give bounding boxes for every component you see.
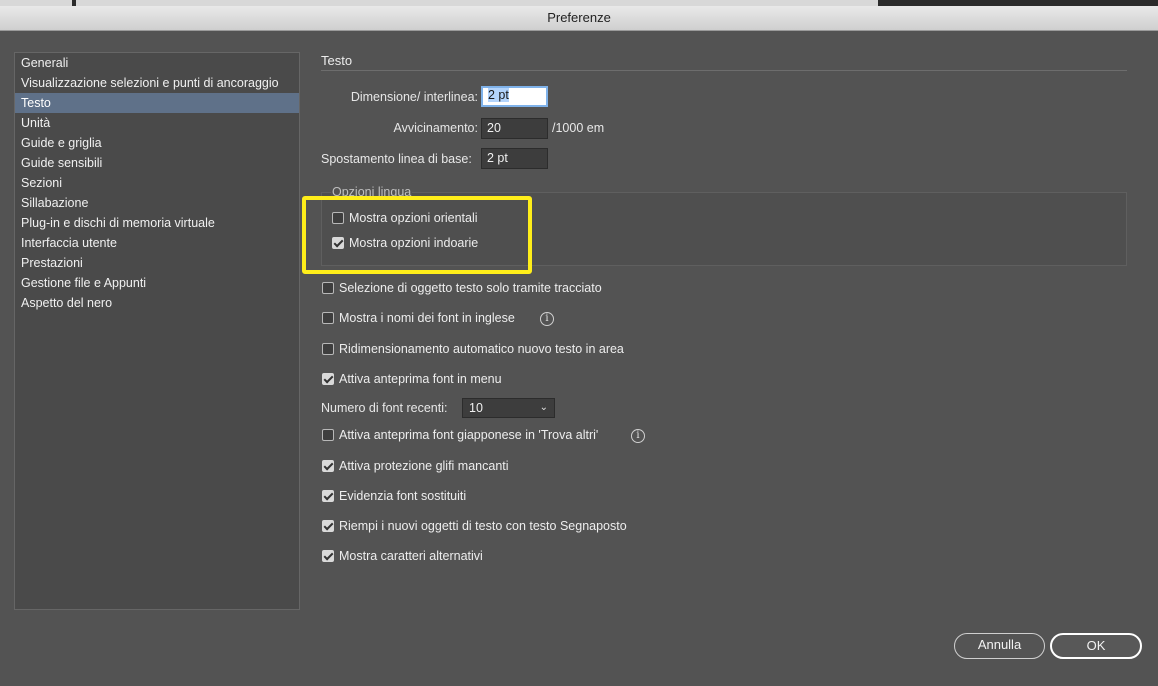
info-icon[interactable]: i <box>540 312 554 326</box>
auto-size-area-text-label: Ridimensionamento automatico nuovo testo… <box>339 342 624 356</box>
path-only-selection-checkbox[interactable] <box>322 282 334 294</box>
section-title: Testo <box>321 53 353 68</box>
placeholder-text-label: Riempi i nuovi oggetti di testo con test… <box>339 519 627 533</box>
recent-fonts-label: Numero di font recenti: <box>321 401 448 415</box>
ok-button[interactable]: OK <box>1050 633 1142 659</box>
sidebar-item-gestione-file[interactable]: Gestione file e Appunti <box>15 273 299 293</box>
sidebar-item-plug-in[interactable]: Plug-in e dischi di memoria virtuale <box>15 213 299 233</box>
size-leading-input[interactable]: 2 pt <box>481 86 548 107</box>
english-font-names-label: Mostra i nomi dei font in inglese <box>339 311 515 325</box>
sidebar-item-unita[interactable]: Unità <box>15 113 299 133</box>
sidebar-item-visualizzazione-selezioni[interactable]: Visualizzazione selezioni e punti di anc… <box>15 73 299 93</box>
sidebar-item-aspetto-nero[interactable]: Aspetto del nero <box>15 293 299 313</box>
tracking-input[interactable]: 20 <box>481 118 548 139</box>
sidebar-item-guide-sensibili[interactable]: Guide sensibili <box>15 153 299 173</box>
recent-fonts-value: 10 <box>469 401 483 415</box>
font-preview-menu-checkbox[interactable] <box>322 373 334 385</box>
info-icon[interactable]: i <box>631 429 645 443</box>
highlight-substituted-fonts-checkbox[interactable] <box>322 490 334 502</box>
sidebar-item-sezioni[interactable]: Sezioni <box>15 173 299 193</box>
baseline-shift-input[interactable]: 2 pt <box>481 148 548 169</box>
size-leading-value: 2 pt <box>488 88 509 102</box>
yellow-highlight-box <box>302 196 532 274</box>
tracking-label: Avvicinamento: <box>393 121 478 135</box>
window-title: Preferenze <box>0 6 1158 31</box>
path-only-selection-label: Selezione di oggetto testo solo tramite … <box>339 281 602 295</box>
baseline-shift-label: Spostamento linea di base: <box>321 152 472 166</box>
alternate-glyphs-label: Mostra caratteri alternativi <box>339 549 483 563</box>
font-preview-menu-label: Attiva anteprima font in menu <box>339 372 502 386</box>
sidebar-item-generali[interactable]: Generali <box>15 53 299 73</box>
auto-size-area-text-checkbox[interactable] <box>322 343 334 355</box>
chevron-down-icon: ⌄ <box>539 402 548 413</box>
missing-glyph-protection-checkbox[interactable] <box>322 460 334 472</box>
placeholder-text-checkbox[interactable] <box>322 520 334 532</box>
highlight-substituted-fonts-label: Evidenzia font sostituiti <box>339 489 467 503</box>
missing-glyph-protection-label: Attiva protezione glifi mancanti <box>339 459 509 473</box>
sidebar-item-sillabazione[interactable]: Sillabazione <box>15 193 299 213</box>
sidebar-item-interfaccia-utente[interactable]: Interfaccia utente <box>15 233 299 253</box>
sidebar-item-testo[interactable]: Testo <box>15 93 299 113</box>
english-font-names-checkbox[interactable] <box>322 312 334 324</box>
sidebar-item-prestazioni[interactable]: Prestazioni <box>15 253 299 273</box>
tracking-unit: /1000 em <box>552 121 605 135</box>
section-divider <box>321 70 1127 71</box>
cancel-button[interactable]: Annulla <box>954 633 1045 659</box>
recent-fonts-select[interactable]: 10 ⌄ <box>462 398 555 418</box>
sidebar-item-guide-griglia[interactable]: Guide e griglia <box>15 133 299 153</box>
japanese-font-preview-checkbox[interactable] <box>322 429 334 441</box>
size-leading-label: Dimensione/ interlinea: <box>350 90 478 104</box>
alternate-glyphs-checkbox[interactable] <box>322 550 334 562</box>
preferences-category-list: Generali Visualizzazione selezioni e pun… <box>14 52 300 610</box>
japanese-font-preview-label: Attiva anteprima font giapponese in 'Tro… <box>339 428 599 442</box>
